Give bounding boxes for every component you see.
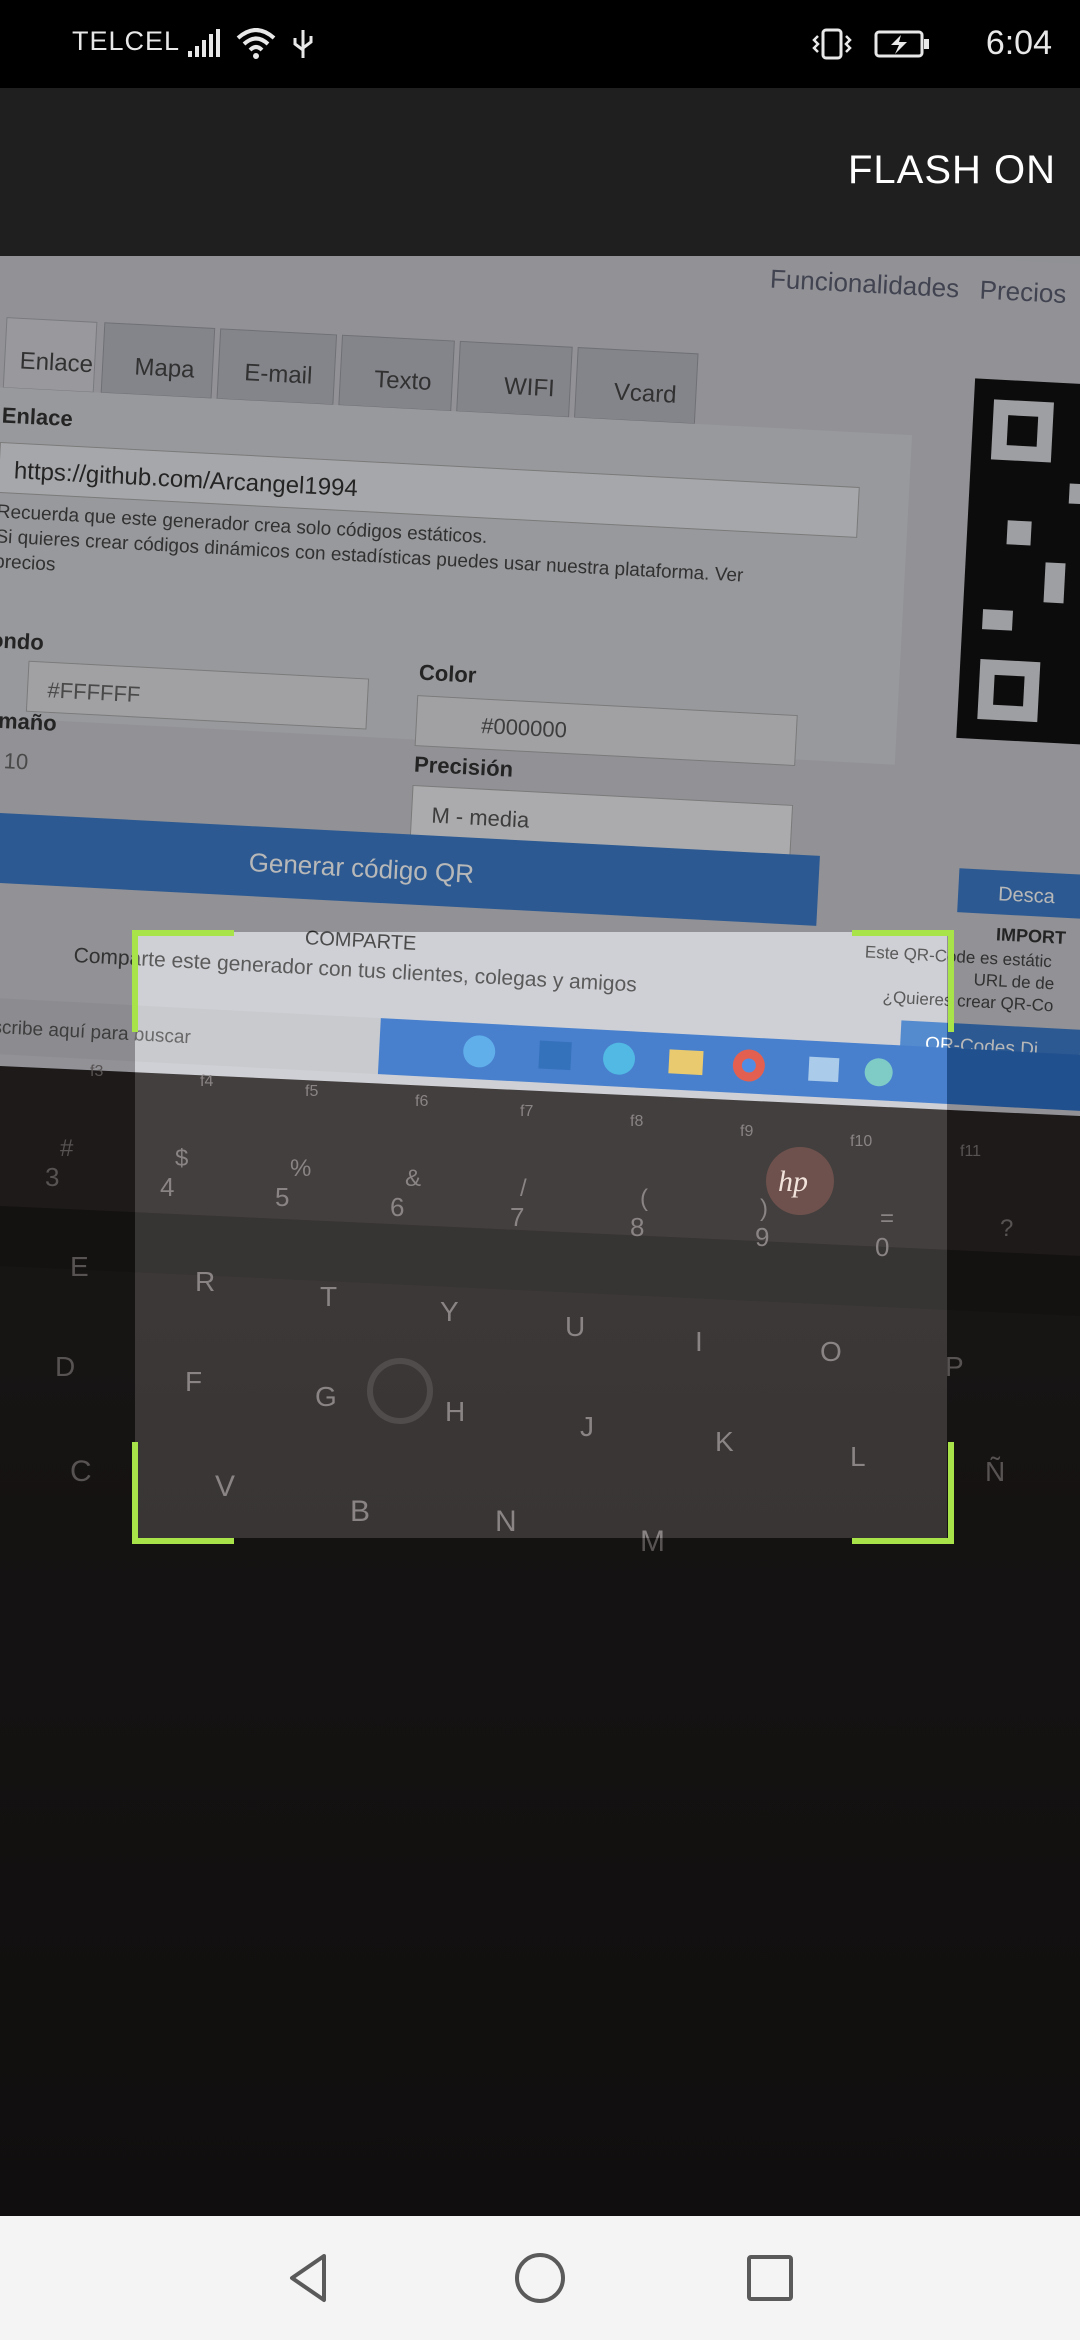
camera-preview: Funcionalidades Precios Enlace Mapa E-ma… (0, 256, 1080, 2216)
dim-top (0, 256, 1080, 932)
app-bar: FLASH ON (0, 88, 1080, 256)
usb-icon (293, 30, 313, 58)
dim-right (947, 932, 1080, 1538)
recent-apps-icon[interactable] (740, 2248, 800, 2308)
scan-window (135, 932, 947, 1538)
scan-corner-top-right (852, 930, 954, 1032)
dim-left (0, 932, 135, 1538)
signal-icon (188, 29, 220, 57)
clock: 6:04 (985, 24, 1052, 62)
home-icon[interactable] (510, 2248, 570, 2308)
flash-toggle-button[interactable]: FLASH ON (848, 148, 1056, 193)
back-icon[interactable] (280, 2248, 340, 2308)
scan-corner-bottom-left (132, 1442, 234, 1544)
scan-corner-top-left (132, 930, 234, 1032)
navigation-bar (0, 2216, 1080, 2340)
dim-bottom (0, 1538, 1080, 2216)
wifi-icon (236, 28, 276, 59)
status-bar: TELCEL 6:04 (0, 0, 1080, 88)
vibrate-icon (812, 28, 852, 60)
scan-corner-bottom-right (852, 1442, 954, 1544)
carrier-name: TELCEL (72, 26, 181, 56)
battery-charging-icon (874, 30, 929, 58)
